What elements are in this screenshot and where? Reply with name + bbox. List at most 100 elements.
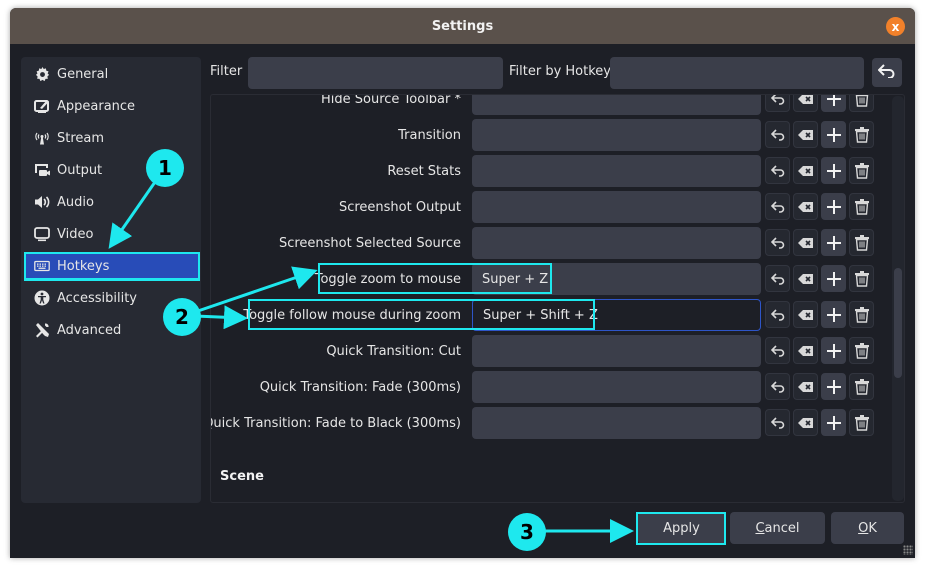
hotkey-label: Toggle follow mouse during zoom	[243, 307, 461, 323]
revert-button[interactable]	[765, 409, 790, 436]
sidebar-item-stream[interactable]: Stream	[25, 124, 197, 152]
add-button[interactable]	[821, 157, 846, 184]
apply-button[interactable]: Apply	[638, 512, 725, 544]
hotkey-row: Quick Transition: Cut	[211, 335, 881, 367]
revert-button[interactable]	[765, 229, 790, 256]
filter-by-hotkey-label: Filter by Hotkey	[509, 64, 611, 79]
delete-icon	[854, 234, 869, 251]
revert-icon	[770, 308, 785, 321]
filter-by-hotkey-input[interactable]	[610, 57, 864, 89]
delete-button[interactable]	[849, 409, 874, 436]
ok-button[interactable]: OK	[831, 512, 904, 544]
hotkey-input[interactable]	[472, 155, 761, 187]
sidebar-item-general[interactable]: General	[25, 60, 197, 88]
delete-button[interactable]	[849, 301, 874, 328]
sidebar-item-appearance[interactable]: Appearance	[25, 92, 197, 120]
sidebar-item-video[interactable]: Video	[25, 220, 197, 248]
hotkey-row: Toggle follow mouse during zoom Super + S…	[211, 299, 881, 331]
clear-button[interactable]	[793, 121, 818, 148]
speaker-icon	[33, 193, 51, 211]
revert-button[interactable]	[765, 157, 790, 184]
hotkey-input[interactable]: Super + Shift + Z	[472, 299, 761, 331]
hotkey-input[interactable]	[472, 407, 761, 439]
add-button[interactable]	[821, 301, 846, 328]
clear-button[interactable]	[793, 373, 818, 400]
add-button[interactable]	[821, 409, 846, 436]
hotkey-input[interactable]: Super + Z	[472, 263, 761, 295]
revert-icon	[770, 236, 785, 249]
delete-button[interactable]	[849, 193, 874, 220]
add-button[interactable]	[821, 373, 846, 400]
clear-button[interactable]	[793, 193, 818, 220]
sidebar-item-label: General	[57, 66, 109, 82]
reset-filter-button[interactable]	[872, 58, 902, 87]
revert-button[interactable]	[765, 265, 790, 292]
filter-input[interactable]	[248, 57, 503, 89]
revert-button[interactable]	[765, 193, 790, 220]
window-title: Settings	[431, 18, 494, 34]
clear-button[interactable]	[793, 301, 818, 328]
delete-button[interactable]	[849, 337, 874, 364]
clear-button[interactable]	[793, 229, 818, 256]
hotkeys-list: Hide Source Toolbar * Transition Reset Sta…	[210, 94, 905, 503]
add-button[interactable]	[821, 193, 846, 220]
sidebar-item-label: Accessibility	[57, 290, 137, 306]
filter-label: Filter	[210, 64, 243, 79]
scrollbar-thumb[interactable]	[894, 268, 902, 378]
hotkey-row: Quick Transition: Fade to Black (300ms)	[211, 407, 881, 439]
hotkey-row: Screenshot Selected Source	[211, 227, 881, 259]
delete-button[interactable]	[849, 373, 874, 400]
sidebar-item-hotkeys[interactable]: Hotkeys	[24, 252, 200, 280]
hotkey-label: Hide Source Toolbar *	[321, 94, 461, 107]
delete-button[interactable]	[849, 265, 874, 292]
revert-button[interactable]	[765, 121, 790, 148]
undo-icon	[877, 63, 896, 82]
hotkey-label: Transition	[398, 127, 461, 143]
clear-button[interactable]	[793, 337, 818, 364]
hotkey-label: Quick Transition: Fade to Black (300ms)	[210, 415, 461, 431]
annotation-marker-1: 1	[146, 149, 184, 187]
add-button[interactable]	[821, 337, 846, 364]
clear-button[interactable]	[793, 409, 818, 436]
hotkeys-scrollbar[interactable]	[892, 96, 904, 501]
hotkey-input[interactable]	[472, 191, 761, 223]
revert-button[interactable]	[765, 301, 790, 328]
add-button[interactable]	[821, 95, 846, 112]
close-button[interactable]: x	[886, 17, 905, 36]
clear-icon	[797, 381, 814, 393]
hotkey-input[interactable]	[472, 371, 761, 403]
hotkey-row-buttons	[765, 193, 874, 220]
hotkey-row-buttons	[765, 95, 874, 112]
sidebar-item-audio[interactable]: Audio	[25, 188, 197, 216]
add-button[interactable]	[821, 121, 846, 148]
settings-sidebar: General Appearance Stream Output Audio V…	[21, 57, 201, 503]
hotkey-row: Screenshot Output	[211, 191, 881, 223]
accessibility-icon	[33, 289, 51, 307]
revert-button[interactable]	[765, 337, 790, 364]
add-button[interactable]	[821, 229, 846, 256]
hotkey-row: Hide Source Toolbar *	[211, 94, 881, 115]
delete-button[interactable]	[849, 157, 874, 184]
hotkey-input[interactable]	[472, 335, 761, 367]
hotkey-input[interactable]	[472, 227, 761, 259]
delete-icon	[854, 378, 869, 395]
cancel-button[interactable]: Cancel	[730, 512, 825, 544]
hotkey-input[interactable]	[472, 119, 761, 151]
clear-button[interactable]	[793, 157, 818, 184]
clear-icon	[797, 309, 814, 321]
delete-button[interactable]	[849, 95, 874, 112]
add-button[interactable]	[821, 265, 846, 292]
keyboard-icon	[33, 257, 51, 275]
revert-icon	[770, 128, 785, 141]
add-icon	[826, 163, 841, 178]
add-icon	[826, 235, 841, 250]
section-header-scene: Scene	[220, 469, 264, 484]
delete-button[interactable]	[849, 121, 874, 148]
delete-button[interactable]	[849, 229, 874, 256]
clear-button[interactable]	[793, 265, 818, 292]
revert-button[interactable]	[765, 373, 790, 400]
revert-button[interactable]	[765, 95, 790, 112]
hotkey-input[interactable]	[472, 95, 761, 115]
resize-grip[interactable]	[903, 545, 913, 555]
clear-button[interactable]	[793, 95, 818, 112]
